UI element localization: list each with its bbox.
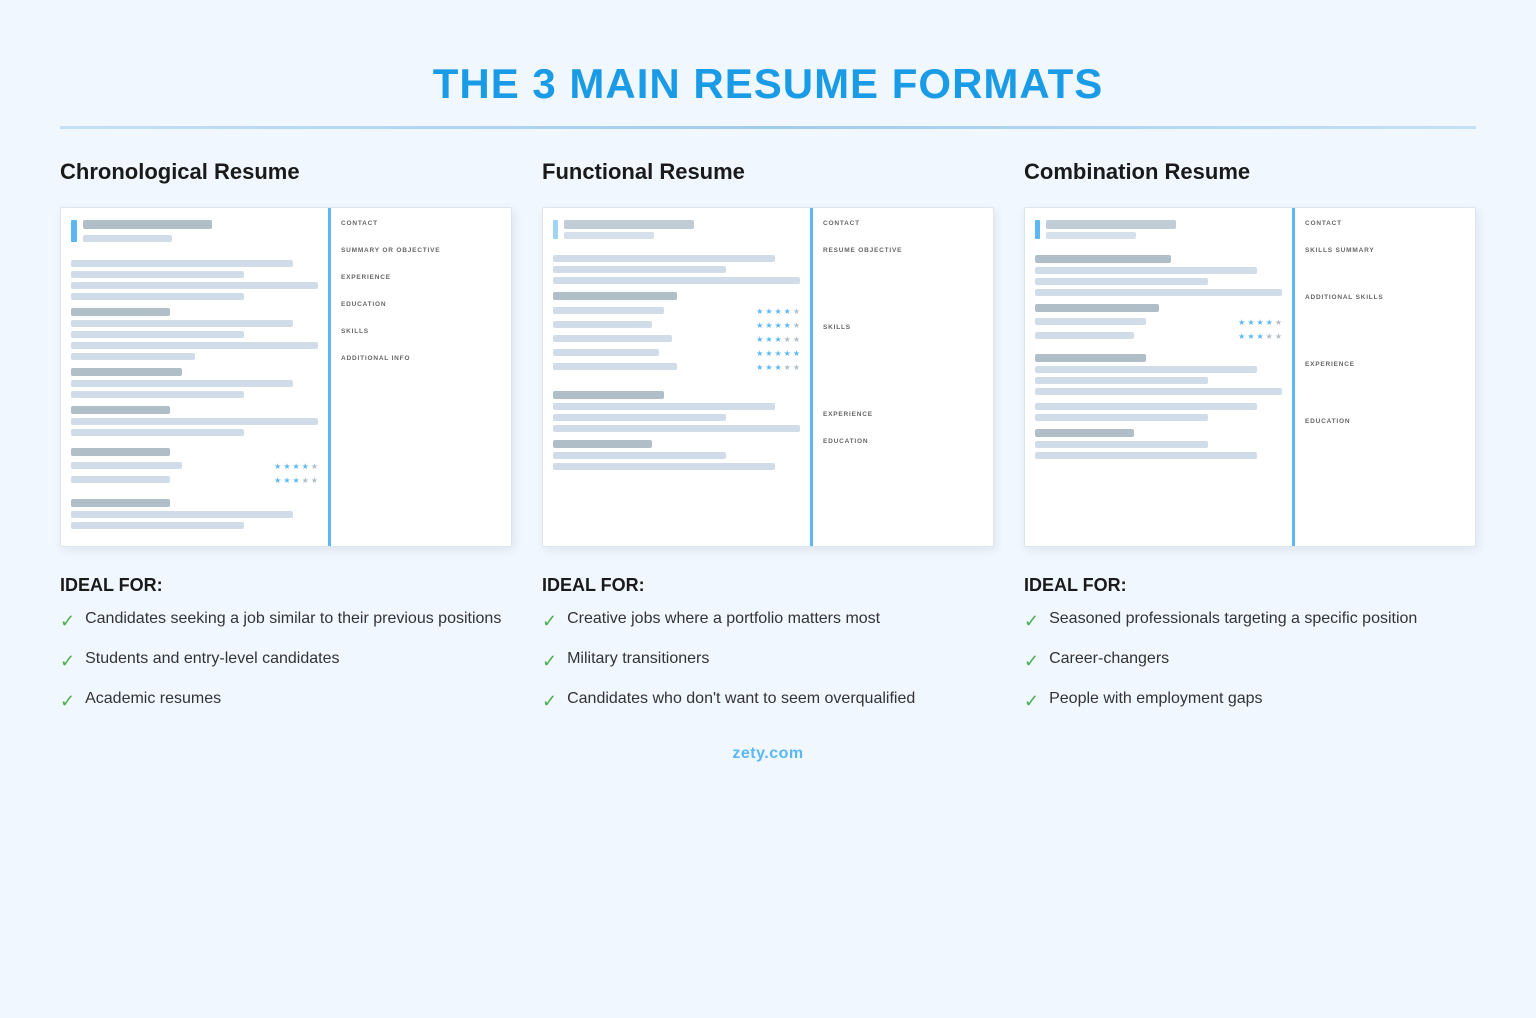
func-resume-right: CONTACT RESUME OBJECTIVE SKILLS EXPERIEN…: [813, 208, 993, 546]
exp-block-3: [71, 368, 318, 398]
ideal-text-combo-1: Seasoned professionals targeting a speci…: [1049, 608, 1417, 630]
check-icon-5: ✓: [542, 649, 557, 674]
header-sub-bar: [83, 235, 172, 242]
ideal-section-combination: IDEAL FOR: ✓ Seasoned professionals targ…: [1024, 575, 1476, 715]
ideal-item-combo-3: ✓ People with employment gaps: [1024, 688, 1476, 714]
exp-block-2: [71, 308, 318, 360]
ideal-title-chronological: IDEAL FOR:: [60, 575, 512, 596]
footer-text: zety.com: [732, 745, 803, 762]
check-icon-6: ✓: [542, 689, 557, 714]
ideal-title-combination: IDEAL FOR:: [1024, 575, 1476, 596]
exp-block-1: [71, 260, 318, 300]
ideal-item-chron-1: ✓ Candidates seeking a job similar to th…: [60, 608, 512, 634]
resume-mock-functional: ★★★★★ ★★★★★ ★★★★★: [542, 207, 994, 547]
ideal-list-combination: ✓ Seasoned professionals targeting a spe…: [1024, 608, 1476, 715]
combo-resume-left: ★★★★★ ★★★★★: [1025, 208, 1295, 546]
right-section-education: EDUCATION: [341, 301, 501, 310]
ideal-list-functional: ✓ Creative jobs where a portfolio matter…: [542, 608, 994, 715]
skills-block: ★ ★ ★ ★ ★ ★ ★ ★: [71, 448, 318, 488]
columns-container: Chronological Resume: [60, 159, 1476, 715]
resume-paper-right: CONTACT SUMMARY OR OBJECTIVE EXPERIENCE …: [331, 208, 511, 546]
ideal-title-functional: IDEAL FOR:: [542, 575, 994, 596]
check-icon-7: ✓: [1024, 609, 1039, 634]
combo-resume-right: CONTACT SKILLS SUMMARY ADDITIONAL SKILLS…: [1295, 208, 1475, 546]
ideal-text-func-3: Candidates who don't want to seem overqu…: [567, 688, 915, 710]
ideal-item-func-1: ✓ Creative jobs where a portfolio matter…: [542, 608, 994, 634]
skill-row-1: ★ ★ ★ ★ ★: [71, 460, 318, 471]
right-section-addl: ADDITIONAL INFO: [341, 355, 501, 364]
ideal-item-func-2: ✓ Military transitioners: [542, 648, 994, 674]
resume-mock-chronological: ★ ★ ★ ★ ★ ★ ★ ★: [60, 207, 512, 547]
resume-paper-left: ★ ★ ★ ★ ★ ★ ★ ★: [61, 208, 331, 546]
ideal-text-combo-2: Career-changers: [1049, 648, 1169, 670]
right-section-summary: SUMMARY OR OBJECTIVE: [341, 247, 501, 256]
ideal-item-combo-1: ✓ Seasoned professionals targeting a spe…: [1024, 608, 1476, 634]
func-accent: [553, 220, 558, 239]
ideal-item-combo-2: ✓ Career-changers: [1024, 648, 1476, 674]
ideal-text-chron-2: Students and entry-level candidates: [85, 648, 339, 670]
header-name-bar: [83, 220, 212, 229]
column-functional: Functional Resume: [542, 159, 994, 715]
ideal-text-chron-3: Academic resumes: [85, 688, 221, 710]
ideal-text-chron-1: Candidates seeking a job similar to thei…: [85, 608, 501, 630]
ideal-item-func-3: ✓ Candidates who don't want to seem over…: [542, 688, 994, 714]
addl-block: [71, 499, 318, 529]
page-title: THE 3 MAIN RESUME FORMATS: [60, 40, 1476, 118]
ideal-text-func-1: Creative jobs where a portfolio matters …: [567, 608, 880, 630]
col-title-functional: Functional Resume: [542, 159, 994, 185]
check-icon-3: ✓: [60, 689, 75, 714]
ideal-item-chron-2: ✓ Students and entry-level candidates: [60, 648, 512, 674]
left-content: [83, 220, 318, 242]
check-icon-8: ✓: [1024, 649, 1039, 674]
footer: zety.com: [60, 745, 1476, 763]
ideal-text-func-2: Military transitioners: [567, 648, 709, 670]
col-title-combination: Combination Resume: [1024, 159, 1476, 185]
ideal-section-chronological: IDEAL FOR: ✓ Candidates seeking a job si…: [60, 575, 512, 715]
check-icon-1: ✓: [60, 609, 75, 634]
right-section-skills: SKILLS: [341, 328, 501, 337]
col-title-chronological: Chronological Resume: [60, 159, 512, 185]
page-wrapper: THE 3 MAIN RESUME FORMATS Chronological …: [0, 0, 1536, 803]
exp-block-4: [71, 406, 318, 436]
ideal-section-functional: IDEAL FOR: ✓ Creative jobs where a portf…: [542, 575, 994, 715]
ideal-text-combo-3: People with employment gaps: [1049, 688, 1262, 710]
column-chronological: Chronological Resume: [60, 159, 512, 715]
left-accent-bar: [71, 220, 77, 242]
check-icon-2: ✓: [60, 649, 75, 674]
check-icon-9: ✓: [1024, 689, 1039, 714]
func-skills-stars: ★★★★★ ★★★★★ ★★★★★: [553, 292, 800, 375]
right-section-contact: CONTACT: [341, 220, 501, 229]
combo-accent: [1035, 220, 1040, 239]
ideal-item-chron-3: ✓ Academic resumes: [60, 688, 512, 714]
ideal-list-chronological: ✓ Candidates seeking a job similar to th…: [60, 608, 512, 715]
skill-row-2: ★ ★ ★ ★ ★: [71, 474, 318, 485]
resume-mock-combination: ★★★★★ ★★★★★: [1024, 207, 1476, 547]
func-resume-left: ★★★★★ ★★★★★ ★★★★★: [543, 208, 813, 546]
right-section-experience: EXPERIENCE: [341, 274, 501, 283]
check-icon-4: ✓: [542, 609, 557, 634]
title-divider: [60, 126, 1476, 129]
column-combination: Combination Resume: [1024, 159, 1476, 715]
combo-skills-stars: ★★★★★ ★★★★★: [1035, 304, 1282, 344]
